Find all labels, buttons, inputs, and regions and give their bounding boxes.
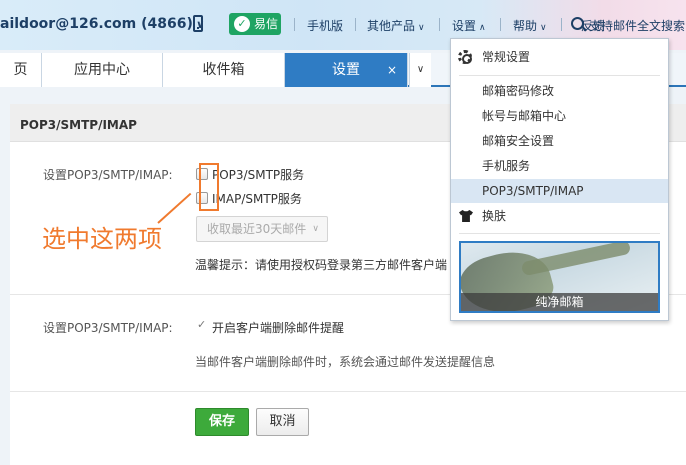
other-products-label: 其他产品 bbox=[367, 19, 416, 33]
delete-notice-label[interactable]: 开启客户端删除邮件提醒 bbox=[212, 319, 344, 336]
divider bbox=[561, 18, 562, 31]
close-icon[interactable]: × bbox=[387, 63, 397, 77]
divider bbox=[500, 18, 501, 31]
fulltext-search-hint[interactable]: 支持邮件全文搜索 bbox=[589, 17, 685, 34]
yixin-button[interactable]: ✓ 易信 bbox=[229, 13, 281, 35]
tab-inbox[interactable]: 收件箱 bbox=[163, 53, 285, 87]
tab-app-center[interactable]: 应用中心 bbox=[42, 53, 163, 87]
yixin-label: 易信 bbox=[254, 17, 279, 31]
settings-label: 设置 bbox=[452, 19, 477, 33]
tab-home[interactable]: 页 bbox=[0, 53, 42, 87]
menu-item-skin[interactable]: 换肤 bbox=[451, 204, 668, 228]
menu-item-general-settings[interactable]: 常规设置 bbox=[451, 45, 668, 69]
imap-smtp-label[interactable]: IMAP/SMTP服务 bbox=[212, 190, 302, 207]
mobile-version-link[interactable]: 手机版 bbox=[307, 17, 343, 34]
divider bbox=[355, 18, 356, 31]
cancel-button[interactable]: 取消 bbox=[256, 408, 309, 436]
menu-item-password[interactable]: 邮箱密码修改 bbox=[451, 79, 668, 103]
theme-preview[interactable]: 纯净邮箱 bbox=[459, 241, 660, 313]
delete-notice-description: 当邮件客户端删除邮件时，系统会通过邮件发送提醒信息 bbox=[195, 355, 496, 369]
theme-artwork bbox=[520, 243, 632, 277]
phone-icon[interactable] bbox=[193, 15, 203, 32]
divider bbox=[439, 18, 440, 31]
delete-notice-checkbox[interactable] bbox=[196, 318, 208, 333]
menu-item-mobile-service[interactable]: 手机服务 bbox=[451, 154, 668, 178]
row-label: 设置POP3/SMTP/IMAP: bbox=[43, 321, 173, 335]
annotation-arrow bbox=[157, 192, 192, 224]
chevron-down-icon: ∨ bbox=[418, 23, 425, 33]
help-menu[interactable]: 帮助 ∨ bbox=[513, 17, 547, 34]
auth-code-tip: 温馨提示：请使用授权码登录第三方邮件客户端 bbox=[195, 258, 448, 272]
divider bbox=[10, 391, 686, 392]
account-switcher[interactable]: aildoor@126.com (4866) ∨ bbox=[0, 16, 205, 32]
menu-item-pop3-smtp-imap[interactable]: POP3/SMTP/IMAP bbox=[451, 179, 668, 203]
account-label: aildoor@126.com (4866) bbox=[0, 16, 193, 32]
row-label: 设置POP3/SMTP/IMAP: bbox=[43, 168, 173, 182]
fetch-range-select: 收取最近30天邮件 ∨ bbox=[196, 216, 328, 242]
save-button[interactable]: 保存 bbox=[195, 408, 249, 436]
menu-item-account-center[interactable]: 帐号与邮箱中心 bbox=[451, 104, 668, 128]
settings-dropdown-menu: 常规设置 邮箱密码修改 帐号与邮箱中心 邮箱安全设置 手机服务 POP3/SMT… bbox=[450, 38, 669, 321]
annotation-highlight-box bbox=[199, 163, 219, 211]
theme-name: 纯净邮箱 bbox=[461, 293, 658, 311]
divider bbox=[459, 233, 660, 234]
chevron-down-icon: ∨ bbox=[540, 23, 547, 33]
annotation-text: 选中这两项 bbox=[42, 225, 162, 253]
pop3-smtp-label[interactable]: POP3/SMTP服务 bbox=[212, 166, 304, 183]
chevron-up-icon: ∧ bbox=[479, 23, 486, 33]
menu-item-security[interactable]: 邮箱安全设置 bbox=[451, 129, 668, 153]
settings-menu-trigger[interactable]: 设置 ∧ bbox=[452, 17, 486, 34]
tab-more-chevron-icon[interactable]: ∨ bbox=[409, 53, 431, 87]
section-title: POP3/SMTP/IMAP bbox=[20, 118, 137, 132]
chevron-down-icon: ∨ bbox=[312, 224, 319, 234]
yixin-icon: ✓ bbox=[234, 16, 250, 32]
divider bbox=[294, 18, 295, 31]
fetch-range-value: 收取最近30天邮件 bbox=[207, 222, 307, 236]
other-products-menu[interactable]: 其他产品 ∨ bbox=[367, 17, 425, 34]
help-label: 帮助 bbox=[513, 19, 538, 33]
divider bbox=[459, 75, 660, 76]
